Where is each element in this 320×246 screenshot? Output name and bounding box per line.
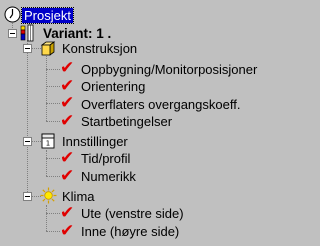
- tree-connector: [46, 56, 48, 121]
- tree-connector: [27, 40, 29, 196]
- collapse-toggle-construction[interactable]: [23, 44, 32, 53]
- tree-node-construction-label[interactable]: Konstruksjon: [60, 41, 139, 56]
- checkmark-icon: ✔: [60, 76, 75, 95]
- tree-item-label[interactable]: Ute (venstre side): [79, 206, 186, 221]
- tree-connector: [46, 158, 60, 160]
- tree-item-orientation[interactable]: Orientering: [79, 78, 147, 94]
- tree-item-time-profile[interactable]: Tid/profil: [79, 150, 132, 166]
- variant-building-icon: [20, 24, 36, 45]
- tree-node-variant-label[interactable]: Variant: 1 .: [41, 26, 113, 41]
- collapse-toggle-variant[interactable]: [8, 29, 17, 38]
- tree-item-outside-left[interactable]: Ute (venstre side): [79, 205, 186, 221]
- tree-connector: [46, 86, 60, 88]
- tree-node-construction[interactable]: Konstruksjon: [60, 40, 139, 56]
- checkmark-icon: ✔: [60, 203, 75, 222]
- checkmark-icon: ✔: [60, 93, 75, 112]
- project-tree-view[interactable]: Prosjekt Variant: 1 . Konstruksjon ✔ Opp…: [0, 0, 276, 246]
- tree-item-label[interactable]: Startbetingelser: [79, 114, 174, 129]
- tree-item-label[interactable]: Tid/profil: [79, 151, 132, 166]
- tree-connector: [46, 213, 60, 215]
- settings-calendar-icon: 1: [41, 133, 55, 152]
- tree-node-settings[interactable]: Innstillinger: [60, 133, 130, 149]
- tree-item-numerics[interactable]: Numerikk: [79, 168, 138, 184]
- checkmark-icon: ✔: [60, 221, 75, 240]
- tree-item-label[interactable]: Numerikk: [79, 169, 138, 184]
- tree-node-settings-label[interactable]: Innstillinger: [60, 134, 130, 149]
- checkmark-icon: ✔: [60, 111, 75, 130]
- tree-item-surface-coefficients[interactable]: Overflaters overgangskoeff.: [79, 96, 242, 112]
- tree-node-variant[interactable]: Variant: 1 .: [41, 25, 113, 41]
- collapse-toggle-climate[interactable]: [23, 192, 32, 201]
- checkmark-icon: ✔: [60, 148, 75, 167]
- project-clock-icon: [4, 6, 21, 26]
- tree-connector: [46, 150, 48, 176]
- tree-connector: [46, 205, 48, 231]
- tree-connector: [46, 121, 60, 123]
- tree-connector: [46, 231, 60, 233]
- tree-item-label[interactable]: Inne (høyre side): [79, 224, 181, 239]
- tree-connector: [46, 69, 60, 71]
- tree-item-start-conditions[interactable]: Startbetingelser: [79, 113, 174, 129]
- tree-item-label[interactable]: Overflaters overgangskoeff.: [79, 97, 242, 112]
- checkmark-icon: ✔: [60, 166, 75, 185]
- construction-box-icon: [40, 40, 56, 59]
- tree-item-label[interactable]: Oppbygning/Monitorposisjoner: [79, 62, 259, 77]
- collapse-toggle-settings[interactable]: [23, 137, 32, 146]
- tree-item-label[interactable]: Orientering: [79, 79, 147, 94]
- tree-item-inside-right[interactable]: Inne (høyre side): [79, 223, 181, 239]
- svg-text:1: 1: [46, 140, 50, 148]
- tree-connector: [46, 103, 60, 105]
- tree-node-project[interactable]: Prosjekt: [21, 6, 74, 24]
- tree-node-climate[interactable]: Klima: [60, 188, 97, 204]
- tree-node-climate-label[interactable]: Klima: [60, 189, 97, 204]
- checkmark-icon: ✔: [60, 58, 75, 77]
- climate-sun-icon: [40, 187, 57, 207]
- tree-connector: [46, 176, 60, 178]
- tree-node-project-label[interactable]: Prosjekt: [21, 6, 74, 24]
- tree-item-structure[interactable]: Oppbygning/Monitorposisjoner: [79, 61, 259, 77]
